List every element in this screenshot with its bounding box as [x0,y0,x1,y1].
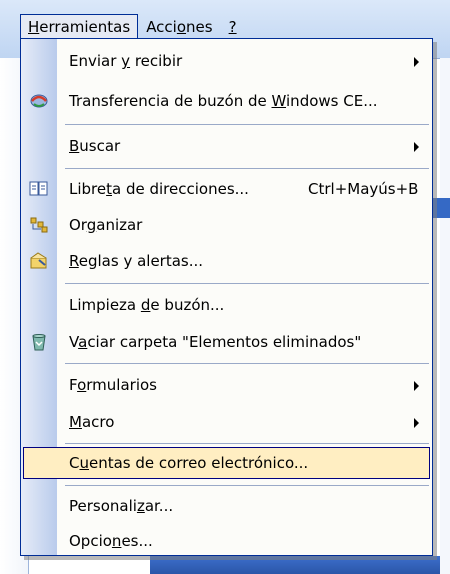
menu-acciones[interactable]: Acciones [138,14,220,38]
menu-item-label: Buscar [69,137,121,155]
menu-item-empty-deleted-items[interactable]: Vaciar carpeta "Elementos eliminados" [21,324,432,360]
rules-alerts-icon [30,252,47,269]
menu-separator [65,124,429,125]
menu-item-label: Libreta de direcciones... [69,180,249,198]
menu-item-label: Macro [69,413,115,431]
address-book-icon [29,181,48,196]
menu-item-label: Personalizar... [69,497,174,515]
menu-item-label: Opciones... [69,532,153,550]
menu-bar: Herramientas Acciones ? [20,14,245,38]
menu-item-email-accounts[interactable]: Cuentas de correo electrónico... [21,445,432,481]
menu-help[interactable]: ? [221,14,245,38]
menu-item-label: Cuentas de correo electrónico... [69,454,309,472]
menu-separator [65,443,429,444]
shortcut-text: Ctrl+Mayús+B [308,180,419,198]
menu-item-label: Transferencia de buzón de Windows CE... [69,92,378,110]
submenu-arrow-icon [414,381,419,391]
menu-herramientas[interactable]: Herramientas [20,14,139,38]
submenu-arrow-icon [414,418,419,428]
menu-item-buscar[interactable]: Buscar [21,128,432,164]
menu-item-address-book[interactable]: Libreta de direcciones... Ctrl+Mayús+B [21,171,432,207]
menu-item-label: Vaciar carpeta "Elementos eliminados" [69,333,362,351]
menu-item-label: Reglas y alertas... [69,252,204,270]
menu-item-windows-ce-transfer[interactable]: Transferencia de buzón de Windows CE... [21,83,432,119]
menu-separator [65,283,429,284]
menu-item-label: Enviar y recibir [69,52,183,70]
organize-icon [30,217,48,233]
message-list-edge [440,58,450,574]
menu-item-mailbox-cleanup[interactable]: Limpieza de buzón... [21,287,432,323]
sync-icon [30,94,48,108]
column-header-strip [433,198,450,218]
menu-separator [65,363,429,364]
menu-item-send-receive[interactable]: Enviar y recibir [21,43,432,79]
menu-item-label: Formularios [69,376,157,394]
submenu-arrow-icon [414,57,419,67]
menu-item-organizar[interactable]: Organizar [21,207,432,243]
menu-item-label: Organizar [69,216,143,234]
herramientas-dropdown: Enviar y recibir Transferencia de buzón … [20,38,433,556]
trash-icon [32,334,46,351]
menu-item-personalizar[interactable]: Personalizar... [21,488,432,524]
menu-separator [65,485,429,486]
menu-item-label: Limpieza de buzón... [69,296,225,314]
menu-separator [65,168,429,169]
submenu-arrow-icon [414,142,419,152]
menu-item-macro[interactable]: Macro [21,404,432,440]
menu-item-rules-alerts[interactable]: Reglas y alertas... [21,243,432,279]
menu-item-opciones[interactable]: Opciones... [21,523,432,559]
menu-item-formularios[interactable]: Formularios [21,367,432,403]
